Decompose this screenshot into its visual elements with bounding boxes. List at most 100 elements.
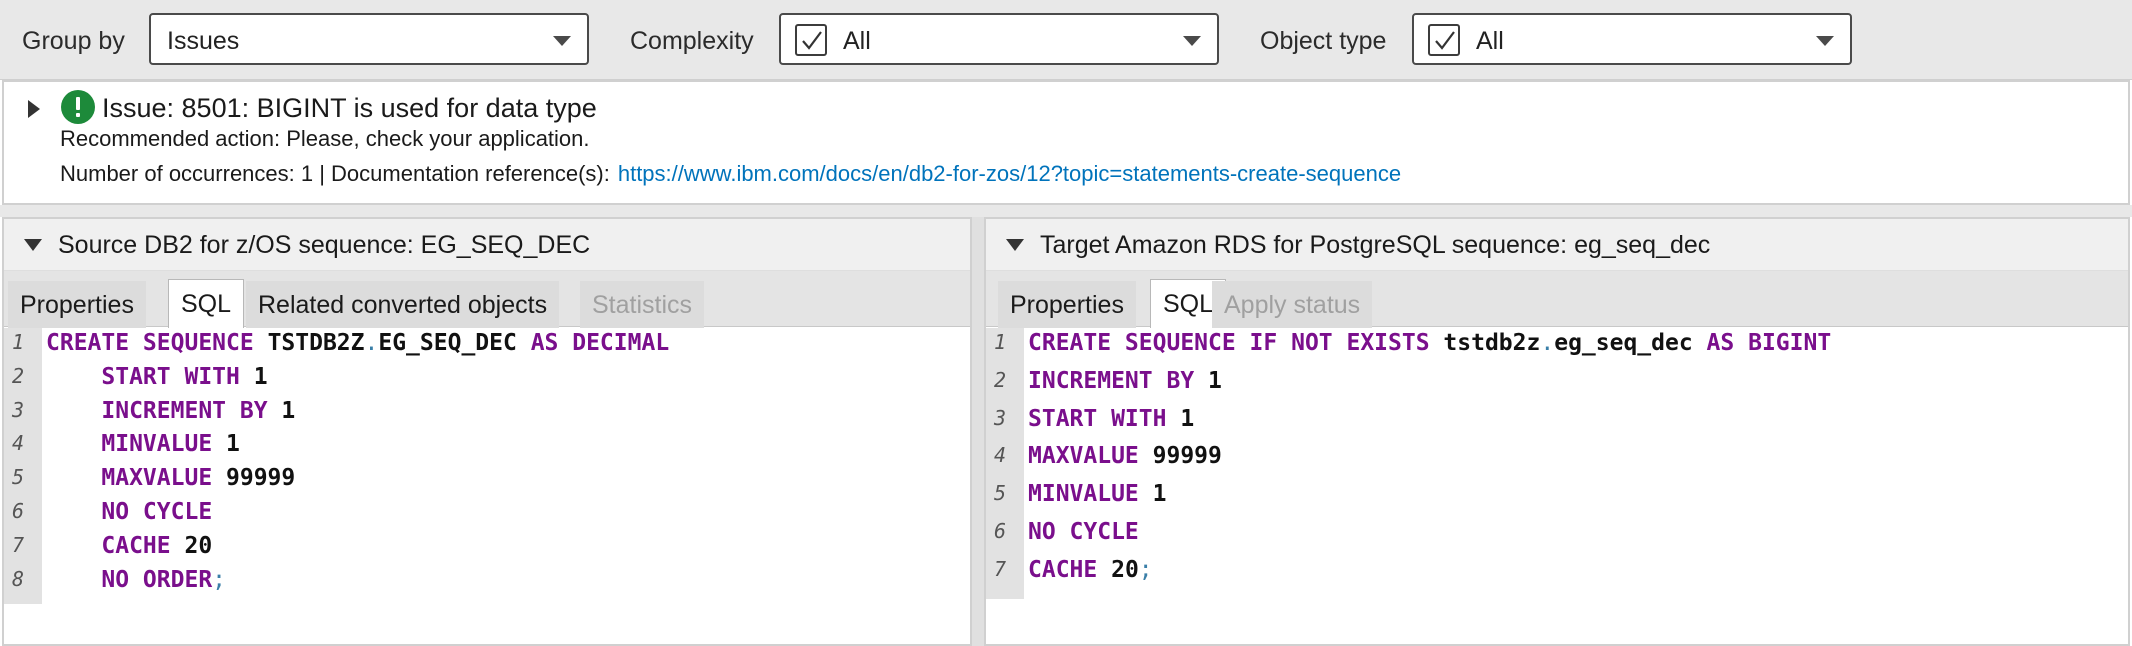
code-token: MINVALUE xyxy=(46,431,227,458)
chevron-down-icon xyxy=(1816,36,1834,46)
tab-properties[interactable]: Properties xyxy=(8,281,146,328)
documentation-link[interactable]: https://www.ibm.com/docs/en/db2-for-zos/… xyxy=(618,161,1401,186)
code-text: INCREMENT BY 1 xyxy=(1028,368,1222,394)
object-type-label: Object type xyxy=(1260,27,1387,55)
code-token: 99999 xyxy=(226,465,296,492)
complexity-label: Complexity xyxy=(630,27,754,55)
code-token: START WITH xyxy=(1028,405,1181,432)
tab-properties[interactable]: Properties xyxy=(998,281,1136,328)
complexity-dropdown[interactable]: All xyxy=(779,13,1219,65)
occurrences-info: Number of occurrences: 1 | Documentation… xyxy=(60,160,1401,188)
code-text: START WITH 1 xyxy=(46,363,268,390)
line-number: 7 xyxy=(12,532,25,557)
code-text: NO CYCLE xyxy=(46,499,212,525)
code-token: START WITH xyxy=(46,363,254,390)
code-token: 20 xyxy=(1111,556,1139,583)
code-token: CACHE xyxy=(46,532,185,559)
line-number: 3 xyxy=(12,397,25,422)
code-token: NO ORDER xyxy=(46,566,213,593)
target-sequence-panel: Target Amazon RDS for PostgreSQL sequenc… xyxy=(984,217,2130,646)
code-token: CACHE xyxy=(1028,556,1112,583)
expand-arrow-icon[interactable] xyxy=(28,100,40,118)
line-number: 6 xyxy=(12,499,25,523)
code-token: 1 xyxy=(1180,405,1195,432)
code-text: START WITH 1 xyxy=(1028,406,1194,432)
code-token: MINVALUE xyxy=(1028,481,1153,508)
source-sequence-panel: Source DB2 for z/OS sequence: EG_SEQ_DEC… xyxy=(2,217,972,646)
occurrences-text: Number of occurrences: 1 | Documentation… xyxy=(60,161,610,186)
code-token: 1 xyxy=(1152,481,1167,508)
code-token: MAXVALUE xyxy=(46,465,227,492)
tab-sql[interactable]: SQL xyxy=(168,279,245,328)
line-number: 7 xyxy=(994,556,1007,581)
source-panel-header[interactable]: Source DB2 for z/OS sequence: EG_SEQ_DEC xyxy=(4,219,970,271)
code-token: 1 xyxy=(1208,367,1222,394)
tab-related-converted-objects[interactable]: Related converted objects xyxy=(246,281,560,328)
code-token: INCREMENT BY xyxy=(46,397,282,424)
recommended-action: Recommended action: Please, check your a… xyxy=(60,126,590,151)
code-token: 20 xyxy=(184,532,213,559)
target-panel-header[interactable]: Target Amazon RDS for PostgreSQL sequenc… xyxy=(986,219,2128,271)
code-text: CACHE 20 xyxy=(46,533,212,559)
code-token: NO CYCLE xyxy=(1028,519,1139,545)
code-token: AS BIGINT xyxy=(1692,330,1832,356)
code-token: AS DECIMAL xyxy=(516,330,670,356)
code-token: INCREMENT BY xyxy=(1028,367,1209,394)
source-tab-bar: Properties SQL Related converted objects… xyxy=(4,271,970,328)
line-number: 4 xyxy=(12,431,25,456)
chevron-down-icon xyxy=(1183,36,1201,46)
code-text: MINVALUE 1 xyxy=(1028,481,1166,507)
line-number: 5 xyxy=(12,465,25,490)
tab-apply-status[interactable]: Apply status xyxy=(1212,281,1373,328)
exclamation-circle-icon xyxy=(61,90,95,124)
checkbox-checked-icon[interactable] xyxy=(795,24,827,56)
line-number: 3 xyxy=(994,405,1007,430)
source-sql-editor[interactable]: 1 CREATE SEQUENCE TSTDB2Z.EG_SEQ_DEC AS D… xyxy=(4,328,970,644)
object-type-value: All xyxy=(1476,27,1504,55)
issue-title: Issue: 8501: BIGINT is used for data typ… xyxy=(102,93,597,123)
source-panel-title: Source DB2 for z/OS sequence: EG_SEQ_DEC xyxy=(58,231,591,259)
code-token: TSTDB2Z xyxy=(267,330,365,356)
line-number: 8 xyxy=(12,566,25,591)
code-token: ; xyxy=(1138,556,1153,583)
target-panel-title: Target Amazon RDS for PostgreSQL sequenc… xyxy=(1040,231,1711,259)
code-token: . xyxy=(364,330,379,356)
code-text: INCREMENT BY 1 xyxy=(46,398,295,424)
code-token: NO CYCLE xyxy=(46,499,213,525)
code-token: eg_seq_dec xyxy=(1554,330,1693,356)
code-text: CACHE 20; xyxy=(1028,557,1153,583)
panel-splitter[interactable] xyxy=(972,217,984,646)
code-token: ; xyxy=(212,566,227,593)
line-number: 1 xyxy=(994,330,1007,354)
line-number: 4 xyxy=(994,443,1007,468)
code-token: 1 xyxy=(253,363,268,390)
code-text: CREATE SEQUENCE TSTDB2Z.EG_SEQ_DEC AS DE… xyxy=(46,330,669,356)
code-text: CREATE SEQUENCE IF NOT EXISTS tstdb2z.eg… xyxy=(1028,330,1831,356)
complexity-value: All xyxy=(843,27,871,55)
target-tab-bar: Properties SQL Apply status xyxy=(986,271,2128,328)
code-token: 1 xyxy=(226,431,240,458)
collapse-arrow-icon[interactable] xyxy=(24,239,42,251)
target-sql-editor[interactable]: 1 CREATE SEQUENCE IF NOT EXISTS tstdb2z.e… xyxy=(986,328,2128,644)
filter-toolbar: Group by Issues Complexity All Object ty… xyxy=(0,0,2132,80)
tab-statistics[interactable]: Statistics xyxy=(580,281,705,328)
code-text: NO CYCLE xyxy=(1028,519,1139,545)
code-text: MINVALUE 1 xyxy=(46,431,240,457)
line-number: 2 xyxy=(12,363,25,388)
line-number: 6 xyxy=(994,519,1007,543)
group-by-dropdown[interactable]: Issues xyxy=(149,13,589,65)
line-number: 1 xyxy=(12,330,25,354)
collapse-arrow-icon[interactable] xyxy=(1006,239,1024,251)
code-token: MAXVALUE xyxy=(1028,443,1153,470)
code-token: 99999 xyxy=(1152,443,1222,470)
checkbox-checked-icon[interactable] xyxy=(1428,24,1460,56)
code-token: . xyxy=(1540,330,1555,356)
code-token: tstdb2z xyxy=(1443,330,1541,356)
object-type-dropdown[interactable]: All xyxy=(1412,13,1852,65)
code-text: MAXVALUE 99999 xyxy=(1028,443,1222,469)
code-token: 1 xyxy=(281,397,296,424)
code-token: CREATE SEQUENCE xyxy=(46,330,268,356)
code-text: NO ORDER; xyxy=(46,567,226,593)
separator xyxy=(0,205,2132,217)
code-token: CREATE SEQUENCE IF NOT EXISTS xyxy=(1028,330,1444,356)
